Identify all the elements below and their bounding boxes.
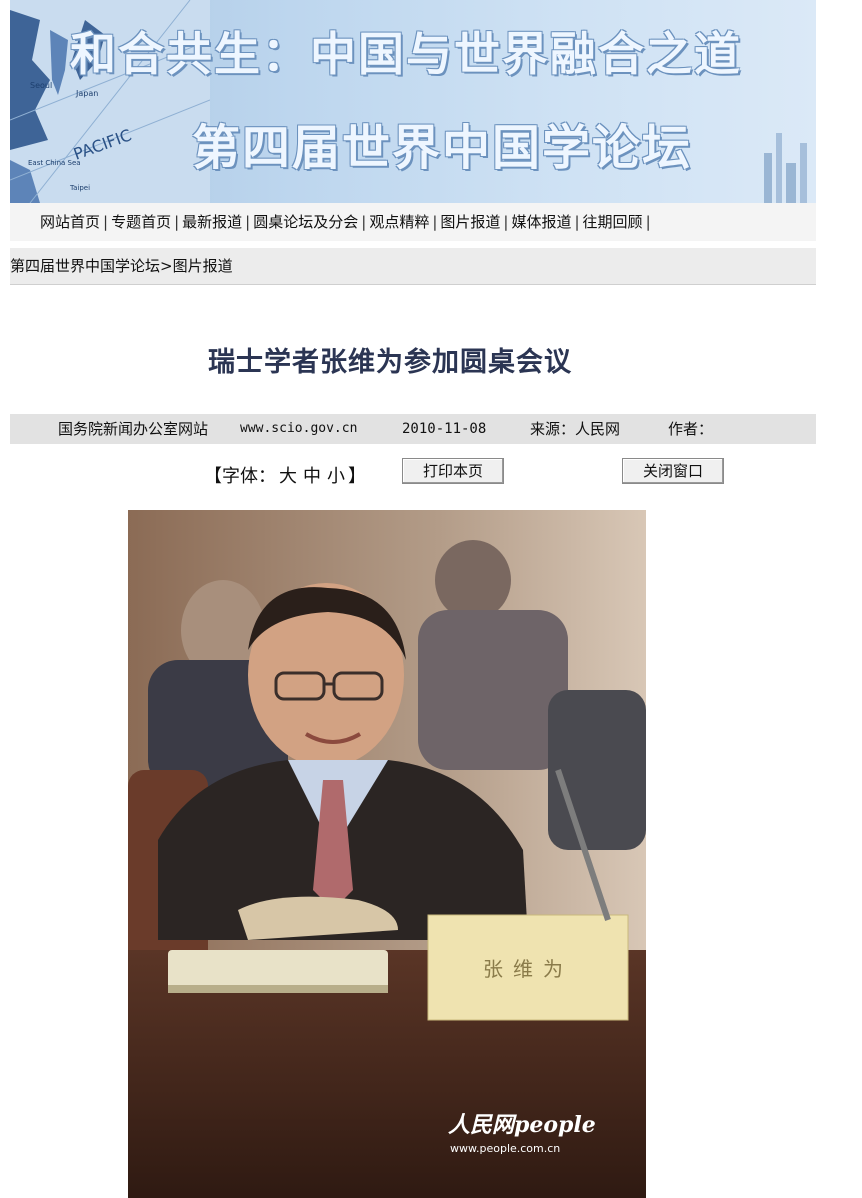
font-size-controls: 【字体：大中小】 bbox=[204, 462, 366, 488]
banner-title-line1: 和合共生：中国与世界融合之道 bbox=[70, 27, 742, 81]
skyline-graphic bbox=[764, 133, 807, 203]
meta-site: 国务院新闻办公室网站 bbox=[58, 420, 209, 438]
nav-separator: | bbox=[103, 213, 109, 231]
site-banner: Seoul Japan PACIFIC East China Sea Taipe… bbox=[10, 0, 816, 203]
article-title: 瑞士学者张维为参加圆桌会议 bbox=[208, 347, 572, 378]
breadcrumb: 第四届世界中国学论坛>图片报道 bbox=[10, 248, 816, 285]
nav-item[interactable]: 圆桌论坛及分会 bbox=[253, 213, 358, 231]
map-label-seoul: Seoul bbox=[30, 81, 52, 90]
main-nav: 网站首页 | 专题首页 | 最新报道 | 圆桌论坛及分会 | 观点精粹 | 图片报道 | 媒体报道 | 往期… bbox=[10, 203, 816, 241]
font-size-small[interactable]: 小 bbox=[324, 466, 348, 487]
nav-separator: | bbox=[361, 213, 367, 231]
close-window-button[interactable]: 关闭窗口 bbox=[622, 458, 724, 484]
nav-separator: | bbox=[174, 213, 180, 231]
nav-separator: | bbox=[503, 213, 509, 231]
nav-separator: | bbox=[645, 213, 651, 231]
nav-item[interactable]: 观点精粹 bbox=[369, 213, 429, 231]
nav-item[interactable]: 媒体报道 bbox=[511, 213, 571, 231]
nav-item[interactable]: 网站首页 bbox=[40, 213, 100, 231]
font-size-close: 】 bbox=[348, 466, 366, 487]
article-meta-bar: 国务院新闻办公室网站 www.scio.gov.cn 2010-11-08 来源… bbox=[10, 414, 816, 444]
nav-separator: | bbox=[245, 213, 251, 231]
nav-item[interactable]: 最新报道 bbox=[182, 213, 242, 231]
nav-item[interactable]: 图片报道 bbox=[440, 213, 500, 231]
map-label-sea: East China Sea bbox=[28, 159, 81, 167]
map-label-japan: Japan bbox=[75, 89, 98, 98]
watermark-url: www.people.com.cn bbox=[450, 1142, 560, 1155]
nav-items: 网站首页 | 专题首页 | 最新报道 | 圆桌论坛及分会 | 观点精粹 | 图片报道 | 媒体报道 | 往期… bbox=[40, 203, 654, 241]
nav-separator: | bbox=[574, 213, 580, 231]
font-size-medium[interactable]: 中 bbox=[300, 466, 324, 487]
meta-source: 来源：人民网 bbox=[530, 420, 621, 438]
meta-author: 作者： bbox=[668, 420, 714, 438]
nameplate-text: 张维为 bbox=[483, 957, 573, 981]
font-size-open: 【字体： bbox=[204, 466, 276, 487]
photo-illustration: 张维为 人民网people www.people.com.cn bbox=[128, 510, 646, 1198]
nav-item[interactable]: 往期回顾 bbox=[583, 213, 643, 231]
breadcrumb-text[interactable]: 第四届世界中国学论坛>图片报道 bbox=[10, 257, 233, 275]
banner-title-line2: 第四届世界中国学论坛 bbox=[192, 120, 693, 176]
nav-item[interactable]: 专题首页 bbox=[111, 213, 171, 231]
nav-separator: | bbox=[432, 213, 438, 231]
article-photo: 张维为 人民网people www.people.com.cn bbox=[128, 510, 646, 1198]
article-tools: 【字体：大中小】 打印本页 关闭窗口 bbox=[0, 458, 862, 490]
meta-url: www.scio.gov.cn bbox=[240, 421, 358, 436]
font-size-large[interactable]: 大 bbox=[276, 466, 300, 487]
watermark-logo: 人民网people bbox=[448, 1112, 596, 1138]
print-button[interactable]: 打印本页 bbox=[402, 458, 504, 484]
map-label-taipei: Taipei bbox=[69, 184, 90, 192]
meta-date: 2010-11-08 bbox=[402, 421, 487, 437]
